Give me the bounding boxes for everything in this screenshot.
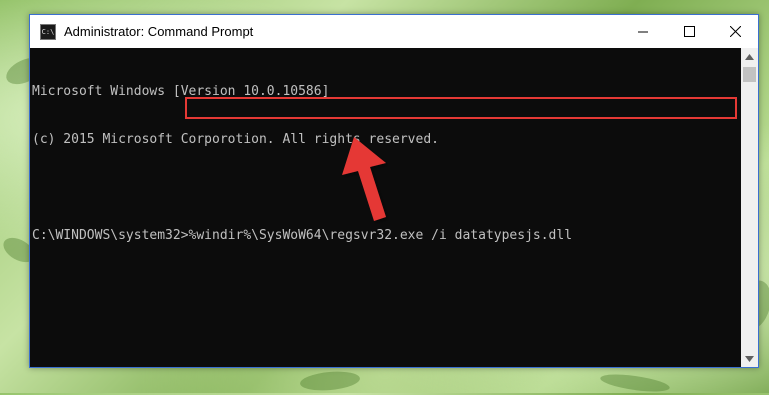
close-icon	[729, 26, 741, 37]
vertical-scrollbar[interactable]	[741, 48, 758, 367]
command-prompt-icon: C:\	[40, 23, 56, 40]
window-controls	[620, 15, 758, 48]
command-highlight-box	[185, 97, 737, 119]
maximize-icon	[683, 26, 695, 37]
scrollbar-thumb[interactable]	[743, 67, 756, 82]
command-prompt-window[interactable]: C:\ Administrator: Command Prompt Micros…	[29, 14, 759, 368]
minimize-icon	[637, 31, 648, 33]
scroll-down-icon	[745, 355, 754, 362]
background-leaf	[299, 369, 361, 393]
maximize-button[interactable]	[666, 15, 712, 48]
title-bar[interactable]: C:\ Administrator: Command Prompt	[30, 15, 758, 48]
red-pointer-arrow	[342, 137, 386, 221]
scroll-up-icon	[745, 53, 754, 60]
window-title: Administrator: Command Prompt	[64, 24, 254, 39]
scroll-down-button[interactable]	[741, 350, 758, 367]
command-line[interactable]: C:\WINDOWS\system32>%windir%\SysWoW64\re…	[32, 228, 741, 244]
background-leaf	[599, 371, 671, 395]
close-button[interactable]	[712, 15, 758, 48]
scroll-up-button[interactable]	[741, 48, 758, 65]
minimize-button[interactable]	[620, 15, 666, 48]
